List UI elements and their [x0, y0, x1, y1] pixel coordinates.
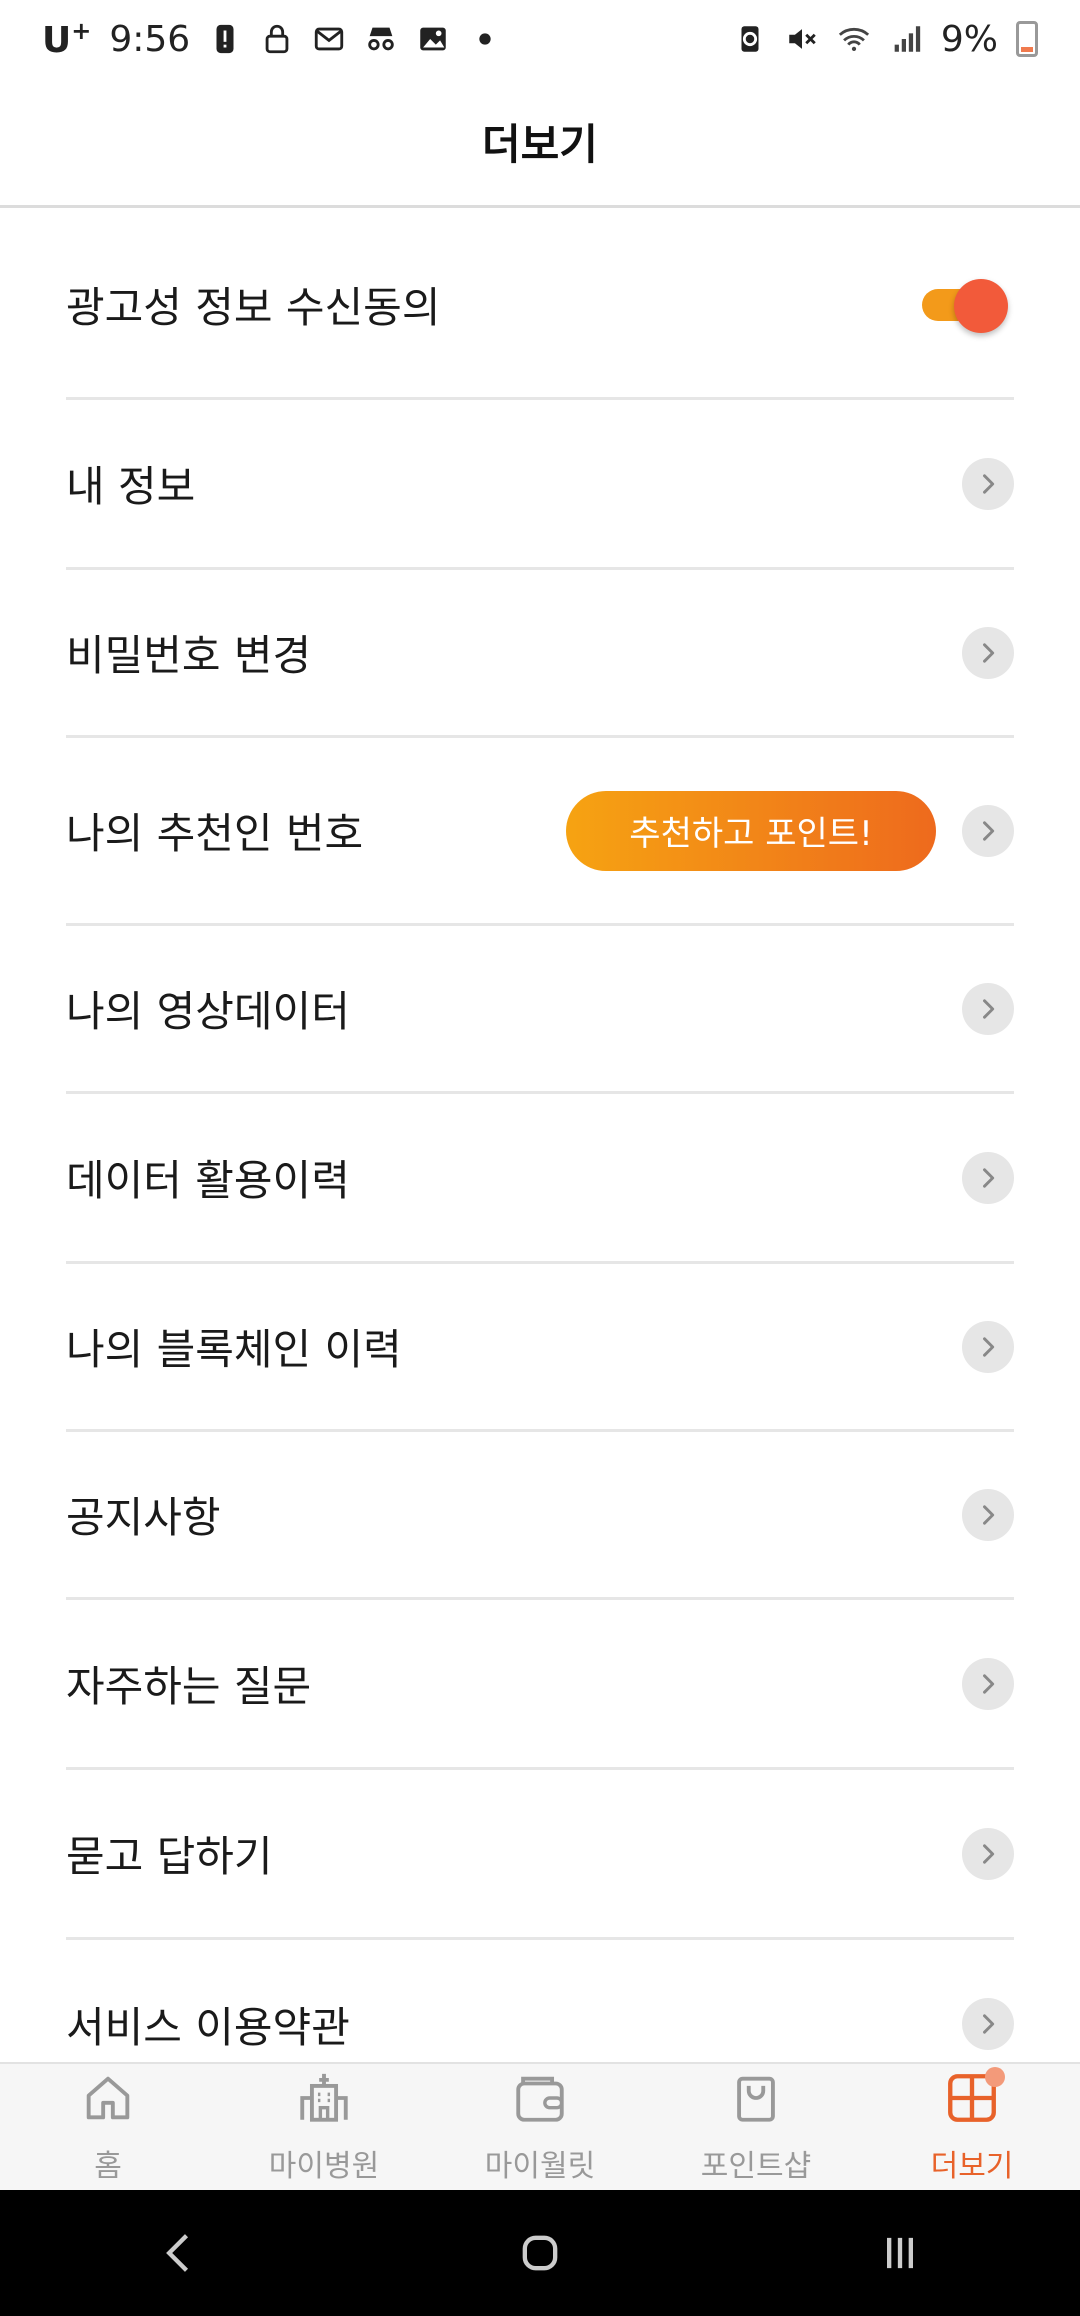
nav-label: 더보기 — [930, 2149, 1014, 2184]
chevron-right-icon — [962, 1151, 1014, 1204]
status-right: 9% — [733, 19, 1038, 60]
menu-item-faq[interactable]: 자주하는 질문 — [66, 1600, 1014, 1770]
alert-icon — [208, 22, 242, 56]
clock: 9:56 — [109, 18, 191, 60]
nav-label: 포인트샵 — [700, 2149, 812, 2184]
menu-item-notices[interactable]: 공지사항 — [66, 1432, 1014, 1600]
menu-item-label: 서비스 이용약관 — [66, 2002, 350, 2052]
chevron-right-icon — [962, 457, 1014, 510]
mail-icon — [312, 22, 346, 56]
nav-tab-my-wallet[interactable]: 마이월릿 — [432, 2064, 648, 2190]
wallet-icon — [511, 2069, 569, 2135]
grid-icon — [943, 2067, 1005, 2135]
image-icon — [416, 22, 450, 56]
menu-item-label: 광고성 정보 수신동의 — [66, 283, 441, 332]
chevron-right-icon — [962, 804, 1014, 857]
notification-dot — [985, 2067, 1005, 2087]
chevron-right-icon — [962, 982, 1014, 1035]
menu-item-label: 나의 추천인 번호 — [66, 809, 364, 858]
chevron-right-icon — [962, 1657, 1014, 1710]
menu-item-label: 묻고 답하기 — [66, 1832, 273, 1881]
chevron-right-icon — [962, 1827, 1014, 1880]
menu-item-label: 비밀번호 변경 — [66, 631, 312, 680]
home-button-icon[interactable] — [510, 2223, 570, 2283]
menu-item-change-password[interactable]: 비밀번호 변경 — [66, 570, 1014, 738]
nav-label: 홈 — [94, 2149, 122, 2184]
nav-tab-point-shop[interactable]: 포인트샵 — [648, 2064, 864, 2190]
incognito-icon — [364, 22, 398, 56]
menu-item-my-info[interactable]: 내 정보 — [66, 400, 1014, 570]
page-header: 더보기 — [0, 78, 1080, 208]
dot-icon — [468, 22, 502, 56]
menu-item-label: 나의 영상데이터 — [66, 987, 350, 1036]
bottom-nav: 홈 마이병원 마이월릿 포인트샵 더보기 — [0, 2062, 1080, 2190]
chevron-right-icon — [962, 1998, 1014, 2050]
carrier-label: U+ — [42, 17, 92, 61]
battery-percent: 9% — [940, 18, 998, 60]
lock-icon — [260, 22, 294, 56]
page-title: 더보기 — [482, 120, 598, 169]
ad-consent-toggle[interactable] — [922, 278, 1008, 333]
menu-item-blockchain-history[interactable]: 나의 블록체인 이력 — [66, 1264, 1014, 1432]
menu-item-ad-consent[interactable]: 광고성 정보 수신동의 — [66, 212, 1014, 400]
back-icon[interactable] — [150, 2223, 210, 2283]
home-icon — [79, 2069, 137, 2135]
menu-item-data-usage-history[interactable]: 데이터 활용이력 — [66, 1094, 1014, 1264]
nav-tab-more[interactable]: 더보기 — [864, 2064, 1080, 2190]
battery-saver-icon — [733, 22, 767, 56]
shopping-bag-icon — [727, 2069, 785, 2135]
settings-menu-list: 광고성 정보 수신동의 내 정보 비밀번호 변경 나의 추천인 번호 추천하고 … — [66, 212, 1014, 2108]
mute-icon — [785, 22, 819, 56]
battery-icon — [1016, 21, 1038, 57]
recents-icon[interactable] — [870, 2223, 930, 2283]
hospital-icon — [295, 2069, 353, 2135]
menu-item-video-data[interactable]: 나의 영상데이터 — [66, 926, 1014, 1094]
referral-promo-button[interactable]: 추천하고 포인트! — [566, 790, 936, 871]
chevron-right-icon — [962, 1488, 1014, 1541]
menu-item-label: 내 정보 — [66, 462, 196, 511]
nav-label: 마이병원 — [268, 2149, 380, 2184]
chevron-right-icon — [962, 1320, 1014, 1373]
signal-icon — [889, 22, 923, 56]
menu-item-label: 자주하는 질문 — [66, 1662, 312, 1711]
menu-item-referral-code[interactable]: 나의 추천인 번호 추천하고 포인트! — [66, 738, 1014, 926]
status-bar: U+ 9:56 9% — [0, 0, 1080, 78]
wifi-icon — [837, 22, 871, 56]
system-nav-bar — [0, 2190, 1080, 2316]
nav-tab-my-hospital[interactable]: 마이병원 — [216, 2064, 432, 2190]
status-left: U+ 9:56 — [42, 17, 502, 61]
nav-tab-home[interactable]: 홈 — [0, 2064, 216, 2190]
menu-item-label: 나의 블록체인 이력 — [66, 1325, 402, 1374]
chevron-right-icon — [962, 626, 1014, 679]
menu-item-label: 공지사항 — [66, 1493, 221, 1542]
nav-label: 마이월릿 — [484, 2149, 596, 2184]
menu-item-qna[interactable]: 묻고 답하기 — [66, 1770, 1014, 1940]
menu-item-label: 데이터 활용이력 — [66, 1156, 350, 1205]
toggle-knob — [954, 278, 1008, 333]
